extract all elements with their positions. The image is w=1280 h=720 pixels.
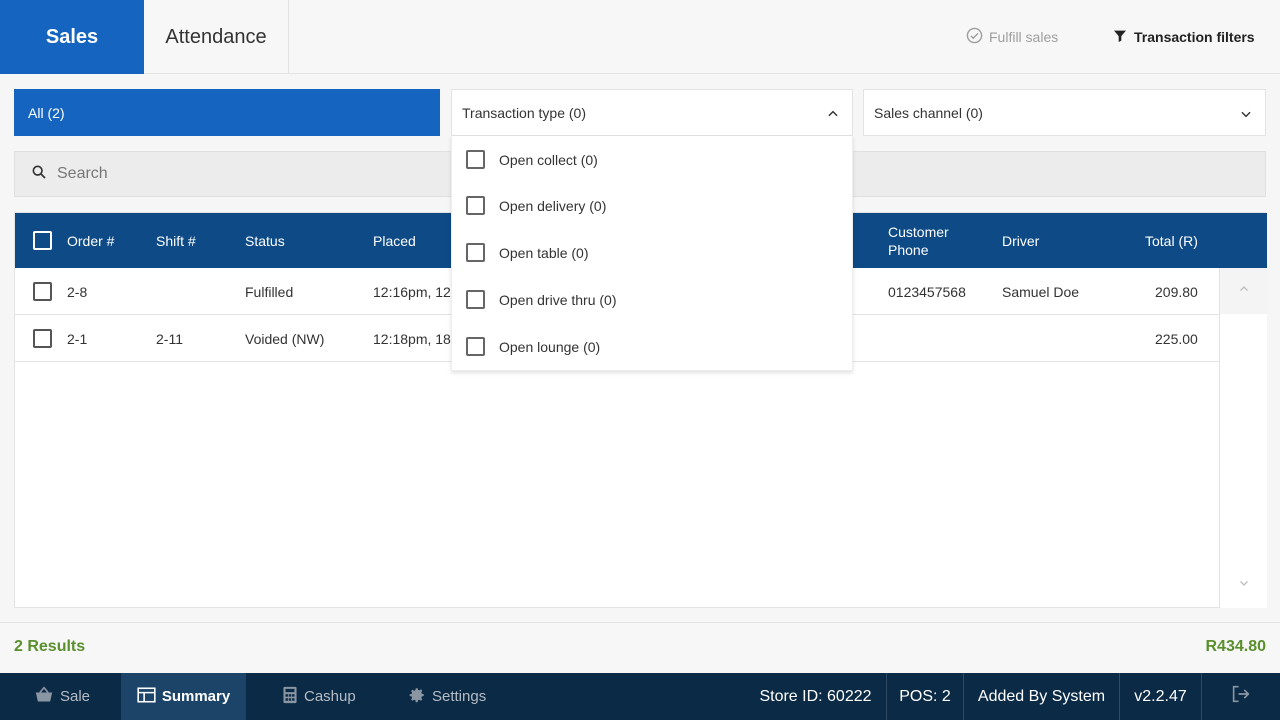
nav-cashup[interactable]: Cashup (282, 673, 356, 720)
cell-shift: 2-11 (156, 330, 183, 347)
top-bar: Sales Attendance Fulfill sales Transacti… (0, 0, 1280, 74)
dropdown-option-open-table[interactable]: Open table (0) (452, 229, 852, 276)
table-icon (137, 686, 162, 707)
added-by: Added By System (963, 673, 1119, 720)
row-checkbox[interactable] (33, 282, 52, 301)
cell-order: 2-8 (67, 283, 88, 300)
option-checkbox[interactable] (466, 337, 485, 356)
option-label: Open table (0) (499, 244, 589, 261)
cell-total: 225.00 (1155, 330, 1198, 347)
dropdown-option-open-drive-thru[interactable]: Open drive thru (0) (452, 276, 852, 323)
option-label: Open collect (0) (499, 151, 598, 168)
nav-settings[interactable]: Settings (408, 673, 486, 720)
col-customer-phone[interactable]: Customer Phone (888, 213, 949, 268)
results-count: 2 Results (14, 638, 86, 655)
cell-status: Fulfilled (245, 283, 294, 300)
filter-icon (1112, 28, 1134, 47)
nav-sale-label: Sale (60, 688, 91, 705)
option-checkbox[interactable] (466, 290, 485, 309)
search-icon (31, 164, 47, 185)
fulfill-sales-label: Fulfill sales (989, 29, 1059, 45)
scroll-down-button[interactable] (1220, 568, 1267, 602)
cell-placed: 12:18pm, 18 (373, 330, 451, 347)
pos-number: POS: 2 (886, 673, 963, 720)
logout-button[interactable] (1201, 673, 1280, 720)
fulfill-sales-button[interactable]: Fulfill sales (966, 0, 1058, 74)
nav-summary-label: Summary (161, 688, 231, 705)
col-customer-phone-line1: Customer (888, 223, 949, 240)
transaction-type-select[interactable]: Transaction type (0) (451, 89, 853, 136)
sales-channel-select[interactable]: Sales channel (0) (863, 89, 1266, 136)
cell-placed: 12:16pm, 12 (373, 283, 451, 300)
col-shift[interactable]: Shift # (156, 213, 196, 268)
basket-icon (34, 685, 60, 708)
sales-channel-label: Sales channel (0) (874, 104, 983, 121)
nav-summary[interactable]: Summary (121, 673, 246, 720)
store-id: Store ID: 60222 (759, 687, 872, 705)
option-checkbox[interactable] (466, 150, 485, 169)
gear-icon (408, 686, 432, 708)
cell-order: 2-1 (67, 330, 88, 347)
col-customer-phone-line2: Phone (888, 241, 929, 258)
chevron-down-icon (1238, 576, 1250, 594)
select-all-checkbox[interactable] (33, 231, 52, 250)
search-input[interactable] (57, 165, 437, 183)
option-label: Open drive thru (0) (499, 291, 617, 308)
option-checkbox[interactable] (466, 243, 485, 262)
nav-cashup-label: Cashup (304, 688, 356, 705)
logout-icon (1231, 685, 1251, 708)
option-label: Open delivery (0) (499, 197, 607, 214)
app-version: v2.2.47 (1119, 673, 1201, 720)
col-driver[interactable]: Driver (1002, 213, 1039, 268)
chevron-down-icon (1239, 107, 1253, 124)
transaction-type-dropdown: Open collect (0) Open delivery (0) Open … (451, 136, 853, 371)
tab-attendance[interactable]: Attendance (144, 0, 289, 74)
filter-all-button[interactable]: All (2) (14, 89, 440, 136)
col-total[interactable]: Total (R) (1145, 213, 1198, 268)
results-total: R434.80 (1205, 638, 1267, 655)
col-order[interactable]: Order # (67, 213, 114, 268)
option-label: Open lounge (0) (499, 338, 601, 355)
cell-total: 209.80 (1155, 283, 1198, 300)
scroll-up-button[interactable] (1220, 268, 1267, 314)
col-status[interactable]: Status (245, 213, 285, 268)
chevron-up-icon (826, 107, 840, 124)
nav-sale[interactable]: Sale (34, 673, 90, 720)
dropdown-option-open-lounge[interactable]: Open lounge (0) (452, 323, 852, 370)
table-scrollbar[interactable] (1219, 268, 1267, 608)
chevron-up-icon (1238, 282, 1250, 300)
transaction-filters-button[interactable]: Transaction filters (1112, 0, 1255, 74)
tab-sales[interactable]: Sales (0, 0, 144, 74)
transaction-filters-label: Transaction filters (1134, 29, 1255, 45)
calculator-icon (282, 686, 304, 708)
dropdown-option-open-collect[interactable]: Open collect (0) (452, 136, 852, 183)
nav-settings-label: Settings (432, 688, 487, 705)
bottom-nav: Sale Summary Cashup Settings Store ID: 6… (0, 673, 1280, 720)
option-checkbox[interactable] (466, 196, 485, 215)
dropdown-option-open-delivery[interactable]: Open delivery (0) (452, 182, 852, 229)
check-circle-icon (966, 27, 989, 47)
transaction-type-label: Transaction type (0) (462, 104, 586, 121)
row-checkbox[interactable] (33, 329, 52, 348)
col-placed[interactable]: Placed (373, 213, 416, 268)
cell-driver: Samuel Doe (1002, 283, 1080, 300)
cell-phone: 0123457568 (888, 283, 966, 300)
results-bar (0, 622, 1280, 673)
cell-status: Voided (NW) (245, 330, 325, 347)
